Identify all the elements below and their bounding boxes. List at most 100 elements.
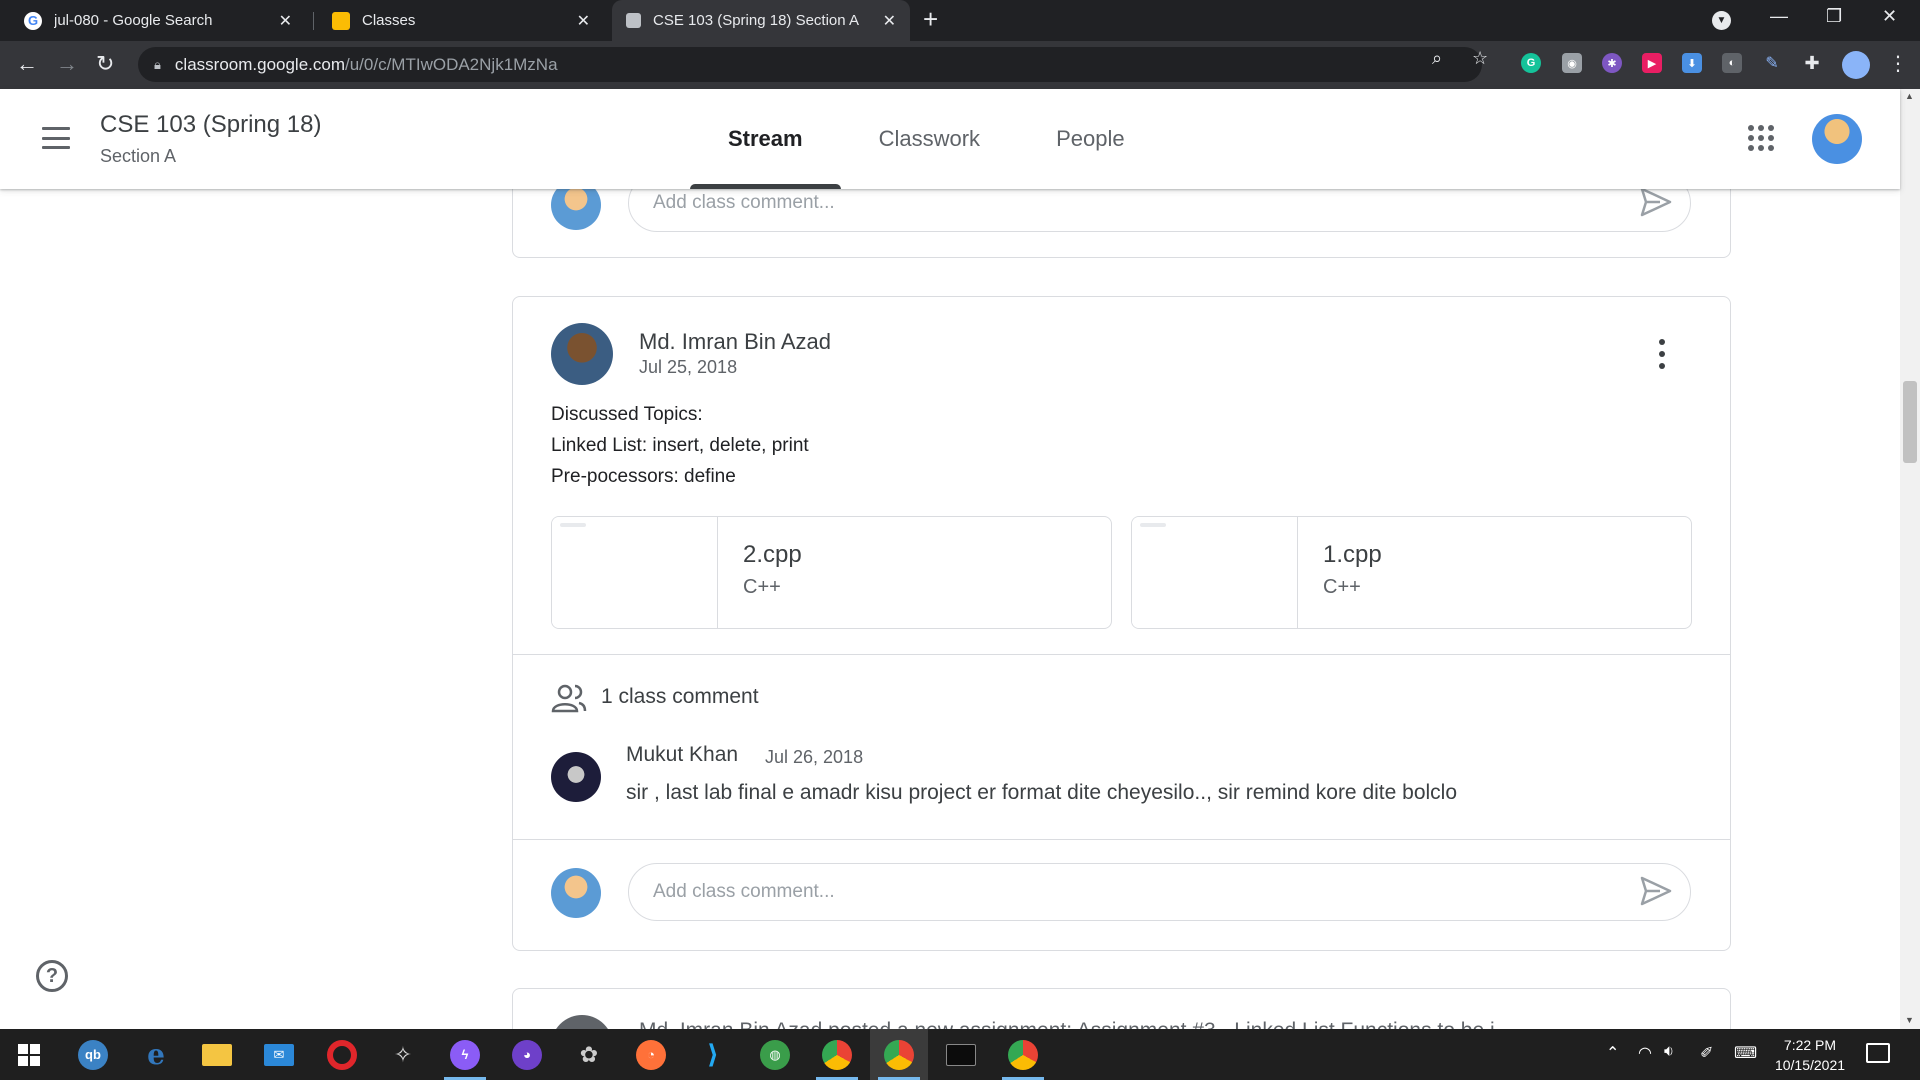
extensions-puzzle-icon[interactable]: ✚ [1802, 53, 1822, 73]
windows-start-icon[interactable] [18, 1044, 40, 1066]
post-card: Md. Imran Bin Azad Jul 25, 2018 Discusse… [512, 296, 1731, 951]
taskbar-app-satellite[interactable]: ✧ [374, 1029, 432, 1080]
terminal-icon [946, 1043, 976, 1066]
taskbar-clock[interactable]: 7:22 PM 10/15/2021 [1770, 1035, 1850, 1075]
attachment-1cpp[interactable]: 1.cpp C++ [1131, 516, 1692, 629]
tab-search-icon[interactable]: ▼ [1712, 11, 1731, 30]
attachment-2cpp[interactable]: 2.cpp C++ [551, 516, 1112, 629]
volume-icon[interactable]: 🔉︎ [1664, 1043, 1674, 1061]
show-hidden-icons-icon[interactable]: ⌃ [1606, 1043, 1619, 1063]
taskbar-app-messenger[interactable]: ϟ [436, 1029, 494, 1080]
divider [513, 654, 1730, 655]
file-thumbnail [1132, 517, 1298, 628]
download-extension-icon[interactable]: ⬇ [1682, 53, 1702, 73]
class-comment-count[interactable]: 1 class comment [601, 685, 759, 709]
taskbar-app-chrome-profile[interactable] [994, 1029, 1052, 1080]
tab-people[interactable]: People [1018, 89, 1163, 189]
browser-menu-icon[interactable]: ⋮ [1888, 51, 1908, 76]
class-comment-input[interactable]: Add class comment... [628, 863, 1691, 921]
back-icon[interactable]: ← [16, 51, 38, 77]
taskbar-app-mail[interactable]: ✉ [250, 1029, 308, 1080]
tab-classwork[interactable]: Classwork [841, 89, 1018, 189]
profile-avatar[interactable] [1842, 51, 1870, 79]
pen-icon[interactable]: ✐ [1700, 1043, 1713, 1063]
close-tab-icon[interactable]: ✕ [577, 11, 590, 31]
taskbar-app-firefox[interactable]: ◔ [622, 1029, 680, 1080]
file-name: 2.cpp [743, 541, 802, 568]
tab-separator [313, 12, 314, 30]
scrollbar-thumb[interactable] [1903, 381, 1917, 463]
help-icon[interactable]: ? [36, 960, 68, 992]
taskbar-app-terminal[interactable] [932, 1029, 990, 1080]
reload-icon[interactable]: ↻ [96, 51, 114, 77]
class-comment-input[interactable]: Add class comment... [628, 189, 1691, 232]
bookmark-star-icon[interactable]: ☆ [1472, 48, 1488, 69]
taskbar-app-map[interactable]: ◍ [746, 1029, 804, 1080]
main-menu-icon[interactable] [42, 127, 70, 149]
mail-icon: ✉ [264, 1043, 294, 1066]
wifi-icon[interactable]: ◠ [1638, 1043, 1652, 1063]
window-close-icon[interactable]: ✕ [1882, 6, 1897, 27]
minimize-icon[interactable]: — [1770, 6, 1788, 27]
lock-icon: 🔒︎ [154, 56, 161, 72]
pen-extension-icon[interactable]: ✎ [1762, 53, 1782, 73]
post-date: Jul 25, 2018 [639, 357, 738, 377]
comment-date: Jul 26, 2018 [765, 747, 864, 767]
taskbar-app-paint[interactable]: ✿ [560, 1029, 618, 1080]
send-icon[interactable] [1640, 189, 1672, 217]
edge-icon: e [147, 1038, 165, 1071]
close-tab-icon[interactable]: ✕ [279, 11, 292, 31]
messenger-icon: ϟ [450, 1039, 480, 1070]
browser-tab-google-search[interactable]: G jul-080 - Google Search ✕ [10, 0, 306, 41]
play-extension-icon[interactable]: ▶ [1642, 53, 1662, 73]
file-type: C++ [1323, 576, 1361, 598]
browser-tab-classes[interactable]: Classes ✕ [318, 0, 604, 41]
screenshot-extension-icon[interactable]: ◉ [1562, 53, 1582, 73]
google-icon: G [24, 11, 42, 30]
address-bar[interactable]: 🔒︎ classroom.google.com/u/0/c/MTIwODA2Nj… [138, 47, 1482, 82]
comment-text: sir , last lab final e amadr kisu projec… [626, 781, 1458, 804]
file-name: 1.cpp [1323, 541, 1382, 568]
grammarly-extension-icon[interactable]: G [1521, 53, 1541, 73]
notifications-icon[interactable] [1866, 1043, 1890, 1063]
file-type: C++ [743, 576, 781, 598]
taskbar-app-chrome[interactable] [808, 1029, 866, 1080]
class-title[interactable]: CSE 103 (Spring 18) [100, 111, 321, 139]
folder-icon [202, 1043, 232, 1066]
author-avatar [551, 323, 613, 385]
taskbar-app-qbittorrent[interactable]: qb [64, 1029, 122, 1080]
author-avatar [551, 1015, 613, 1029]
restore-icon[interactable]: ❐ [1826, 6, 1842, 27]
next-post-card[interactable]: Md. Imran Bin Azad posted a new assignme… [512, 988, 1731, 1029]
send-icon[interactable] [1640, 876, 1672, 906]
close-tab-icon[interactable]: ✕ [883, 11, 896, 31]
taskbar-app-opera[interactable] [313, 1029, 371, 1080]
tab-stream[interactable]: Stream [690, 89, 841, 189]
new-tab-icon[interactable]: + [923, 4, 938, 35]
browser-tab-cse103[interactable]: CSE 103 (Spring 18) Section A ✕ [612, 0, 910, 41]
chrome-icon [822, 1039, 852, 1070]
more-options-icon[interactable] [1658, 339, 1666, 369]
taskbar-app-file-explorer[interactable] [188, 1029, 246, 1080]
taskbar-app-github[interactable]: ◕ [498, 1029, 556, 1080]
taskbar-app-chrome-active[interactable] [870, 1029, 928, 1080]
zoom-icon[interactable]: ⌕ [1432, 48, 1442, 69]
taskbar-app-edge[interactable]: e [127, 1029, 185, 1080]
taskbar-app-vscode[interactable]: ⟩ [684, 1029, 742, 1080]
google-apps-icon[interactable] [1748, 125, 1774, 151]
scroll-up-icon[interactable]: ▲ [1905, 91, 1914, 101]
post-author: Md. Imran Bin Azad [639, 329, 831, 354]
post-body: Discussed Topics: Linked List: insert, d… [551, 404, 809, 487]
extension-icon[interactable]: ✱ [1602, 53, 1622, 73]
page-scrollbar[interactable]: ▲ ▼ [1900, 89, 1920, 1029]
scroll-down-icon[interactable]: ▼ [1905, 1015, 1914, 1025]
account-avatar[interactable] [1812, 114, 1862, 164]
keyboard-icon[interactable]: ⌨ [1734, 1043, 1757, 1063]
extension-icon[interactable]: ◐ [1722, 53, 1742, 73]
forward-icon[interactable]: → [56, 51, 78, 77]
vscode-icon: ⟩ [707, 1039, 719, 1069]
opera-icon [327, 1039, 357, 1070]
satellite-icon: ✧ [393, 1041, 413, 1067]
classroom-icon [332, 11, 350, 30]
commenter-avatar [551, 752, 601, 802]
